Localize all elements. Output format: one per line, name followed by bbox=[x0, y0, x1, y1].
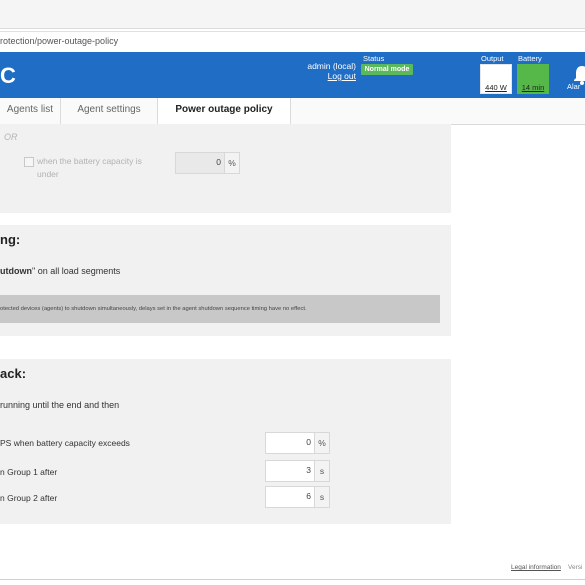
section-title-restart: ack: bbox=[0, 366, 27, 381]
brand-logo[interactable]: C bbox=[0, 63, 16, 89]
shutdown-keyword: utdown bbox=[0, 266, 32, 276]
percent-unit: % bbox=[314, 433, 329, 453]
tab-agents-list[interactable]: Agents list bbox=[0, 98, 61, 124]
group2-delay-label: n Group 2 after bbox=[0, 493, 58, 503]
restart-capacity-value: 0 bbox=[306, 437, 311, 447]
percent-unit: % bbox=[224, 153, 239, 173]
restart-description: running until the end and then bbox=[0, 400, 120, 410]
output-label: Output bbox=[481, 54, 504, 63]
tab-bar: Agents list Agent settings Power outage … bbox=[0, 98, 585, 125]
restart-capacity-label: PS when battery capacity exceeds bbox=[0, 438, 130, 448]
app-header: C admin (local) Log out Status Normal mo… bbox=[0, 52, 585, 98]
or-label: OR bbox=[4, 132, 18, 142]
info-note-text: otected devices (agents) to shutdown sim… bbox=[0, 306, 307, 312]
section-title-shutdown: ng: bbox=[0, 232, 21, 247]
legal-information-link[interactable]: Legal information bbox=[511, 564, 561, 571]
battery-value: 14 min bbox=[521, 83, 545, 92]
info-note: otected devices (agents) to shutdown sim… bbox=[0, 295, 440, 323]
battery-capacity-input[interactable]: 0 % bbox=[175, 152, 240, 174]
group1-delay-input[interactable]: 3 s bbox=[265, 460, 330, 482]
seconds-unit: s bbox=[314, 487, 329, 507]
battery-capacity-value: 0 bbox=[216, 157, 221, 167]
tab-power-outage-policy[interactable]: Power outage policy bbox=[158, 98, 291, 125]
output-value: 440 W bbox=[485, 83, 507, 92]
battery-capacity-checkbox[interactable] bbox=[24, 157, 34, 167]
status-label: Status bbox=[363, 54, 385, 63]
shutdown-description: utdown" on all load segments bbox=[0, 266, 120, 276]
battery-meter[interactable]: 14 min bbox=[517, 64, 549, 94]
battery-capacity-label: when the battery capacity is under bbox=[37, 156, 142, 179]
alarms-label: Alar bbox=[567, 82, 581, 91]
user-info: admin (local) Log out bbox=[300, 61, 356, 81]
tab-agent-settings[interactable]: Agent settings bbox=[61, 98, 158, 124]
logout-link[interactable]: Log out bbox=[300, 71, 356, 81]
address-url[interactable]: rotection/power-outage-policy bbox=[0, 36, 118, 46]
browser-toolbar bbox=[0, 0, 585, 29]
shutdown-segments-text: " on all load segments bbox=[32, 266, 121, 276]
status-badge: Normal mode bbox=[361, 64, 413, 75]
address-bar[interactable]: rotection/power-outage-policy bbox=[0, 31, 585, 53]
footer-divider bbox=[0, 579, 585, 580]
user-name: admin (local) bbox=[307, 61, 356, 71]
group2-delay-input[interactable]: 6 s bbox=[265, 486, 330, 508]
seconds-unit: s bbox=[314, 461, 329, 481]
restart-capacity-input[interactable]: 0 % bbox=[265, 432, 330, 454]
battery-label: Battery bbox=[518, 54, 542, 63]
group1-delay-value: 3 bbox=[306, 465, 311, 475]
version-text: Versi bbox=[568, 564, 583, 571]
output-meter[interactable]: 440 W bbox=[480, 64, 512, 94]
group2-delay-value: 6 bbox=[306, 491, 311, 501]
group1-delay-label: n Group 1 after bbox=[0, 467, 58, 477]
